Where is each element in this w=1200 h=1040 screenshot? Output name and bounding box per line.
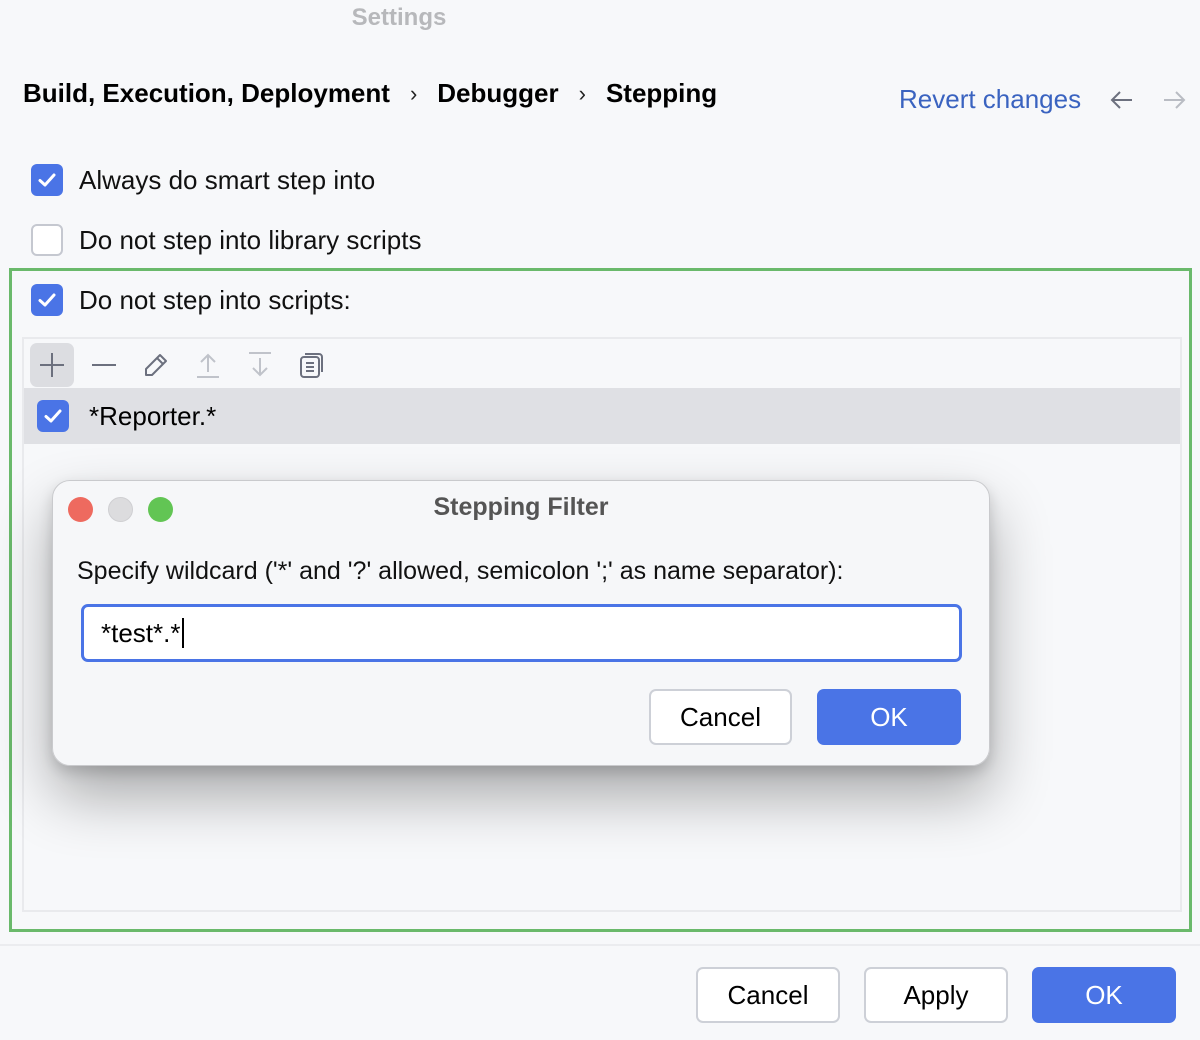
plus-icon bbox=[40, 353, 64, 377]
option-skip-library-scripts[interactable]: Do not step into library scripts bbox=[31, 224, 421, 256]
arrow-right-icon bbox=[1164, 91, 1186, 109]
wildcard-input[interactable]: *test*.* bbox=[81, 604, 962, 662]
filter-enabled-checkbox[interactable] bbox=[37, 400, 69, 432]
dialog-ok-button[interactable]: OK bbox=[817, 689, 961, 745]
move-down-button[interactable] bbox=[238, 343, 282, 387]
checkmark-icon bbox=[44, 409, 62, 423]
arrow-left-icon bbox=[1110, 91, 1132, 109]
footer-divider bbox=[0, 944, 1200, 946]
dialog-cancel-button[interactable]: Cancel bbox=[649, 689, 792, 745]
breadcrumb-separator: › bbox=[578, 80, 586, 106]
wildcard-label: Specify wildcard ('*' and '?' allowed, s… bbox=[77, 557, 844, 585]
back-button[interactable] bbox=[1108, 86, 1136, 114]
stepping-filter-dialog: Stepping Filter Specify wildcard ('*' an… bbox=[52, 480, 990, 766]
minus-icon bbox=[92, 364, 116, 366]
filter-pattern: *Reporter.* bbox=[89, 400, 217, 431]
skip-scripts-checkbox[interactable] bbox=[31, 284, 63, 316]
option-label: Do not step into scripts: bbox=[79, 284, 351, 315]
dialog-title: Stepping Filter bbox=[433, 493, 609, 521]
checkmark-icon bbox=[38, 173, 56, 187]
text-caret bbox=[181, 618, 184, 648]
remove-button[interactable] bbox=[82, 343, 126, 387]
copy-icon bbox=[300, 353, 323, 378]
breadcrumb-item-stepping: Stepping bbox=[605, 78, 718, 108]
option-label: Always do smart step into bbox=[79, 164, 376, 195]
option-skip-scripts[interactable]: Do not step into scripts: bbox=[31, 284, 351, 316]
checkmark-icon bbox=[38, 293, 56, 307]
edit-button[interactable] bbox=[134, 343, 178, 387]
smart-step-into-checkbox[interactable] bbox=[31, 164, 63, 196]
option-smart-step-into[interactable]: Always do smart step into bbox=[31, 164, 375, 196]
move-down-icon bbox=[249, 352, 271, 377]
breadcrumb-item-build[interactable]: Build, Execution, Deployment bbox=[23, 78, 390, 109]
revert-changes-link[interactable]: Revert changes bbox=[899, 84, 1081, 115]
add-button[interactable] bbox=[30, 343, 74, 387]
move-up-icon bbox=[197, 353, 219, 378]
skip-library-scripts-checkbox[interactable] bbox=[31, 224, 63, 256]
wildcard-input-value: *test*.* bbox=[101, 617, 181, 648]
breadcrumb: Build, Execution, Deployment › Debugger … bbox=[23, 78, 717, 109]
list-item[interactable]: *Reporter.* bbox=[24, 388, 1180, 444]
cancel-button[interactable]: Cancel bbox=[696, 967, 840, 1023]
window-title: Settings bbox=[351, 4, 447, 31]
breadcrumb-separator: › bbox=[409, 80, 418, 106]
apply-button[interactable]: Apply bbox=[864, 967, 1008, 1023]
option-label: Do not step into library scripts bbox=[79, 224, 422, 255]
copy-button[interactable] bbox=[290, 343, 334, 387]
ok-button[interactable]: OK bbox=[1032, 967, 1176, 1023]
move-up-button[interactable] bbox=[186, 343, 230, 387]
list-toolbar bbox=[30, 343, 342, 387]
forward-button[interactable] bbox=[1160, 86, 1188, 114]
breadcrumb-item-debugger[interactable]: Debugger bbox=[437, 78, 558, 109]
pencil-icon bbox=[145, 354, 167, 376]
